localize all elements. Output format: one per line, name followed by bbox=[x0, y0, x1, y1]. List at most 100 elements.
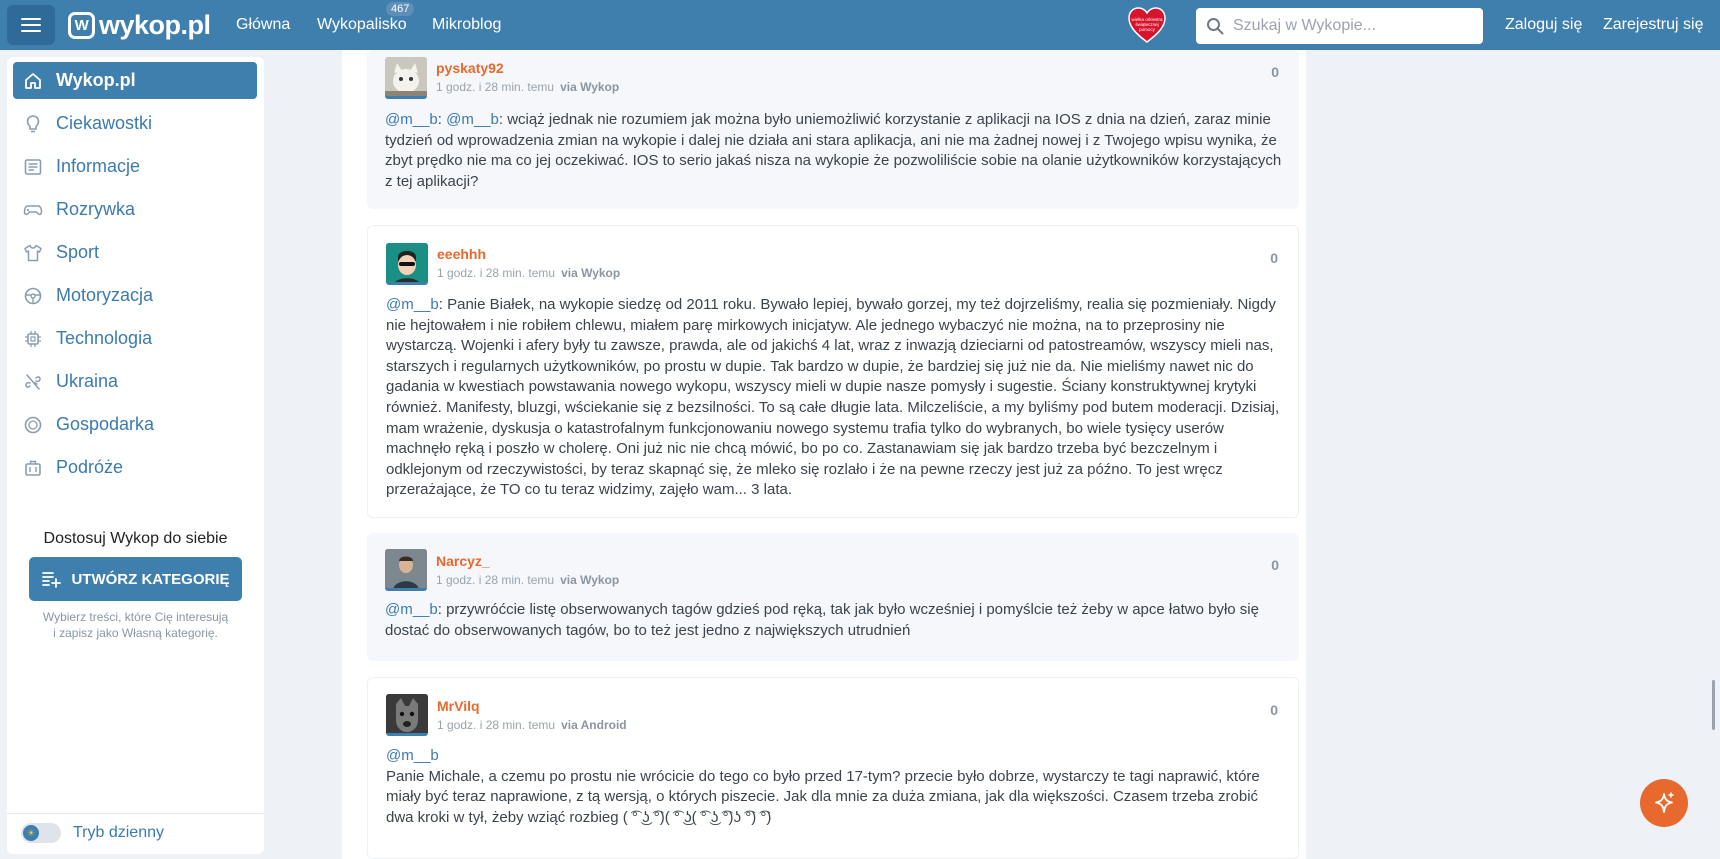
newspaper-icon bbox=[22, 156, 44, 178]
comment-body: @m__b Panie Michale, a czemu po prostu n… bbox=[386, 746, 1286, 828]
comment: pyskaty92 1 godz. i 28 min. temu via Wyko… bbox=[367, 50, 1299, 209]
comment: MrVilq 1 godz. i 28 min. temu via Android… bbox=[367, 677, 1299, 859]
wykopalisko-count-badge: 467 bbox=[386, 2, 415, 16]
comment-username[interactable]: Narcyz_ bbox=[436, 553, 490, 569]
vote-count[interactable]: 0 bbox=[1270, 250, 1278, 266]
mention-link[interactable]: @m__b bbox=[385, 601, 438, 618]
register-link[interactable]: Zarejestruj się bbox=[1603, 16, 1703, 34]
category-add-icon bbox=[42, 572, 62, 588]
comment-text: przywróćcie listę obserwowanych tagów gd… bbox=[385, 601, 1259, 639]
comment-meta: 1 godz. i 28 min. temu via Wykop bbox=[437, 266, 620, 280]
menu-button[interactable] bbox=[7, 5, 55, 45]
search-input[interactable] bbox=[1233, 17, 1463, 35]
shirt-icon bbox=[22, 242, 44, 264]
comment-username[interactable]: eeehhh bbox=[437, 246, 486, 262]
mention-link[interactable]: @m__b bbox=[386, 747, 439, 764]
wykop-logo[interactable]: W wykop.pl bbox=[68, 10, 211, 41]
comment-text: Panie Białek, na wykopie siedzę od 2011 … bbox=[386, 296, 1280, 499]
theme-toggle[interactable]: ☀ Tryb dzienny bbox=[21, 823, 164, 843]
avatar[interactable] bbox=[386, 243, 428, 285]
customize-desc-line: i zapisz jako Własną kategorię. bbox=[53, 626, 218, 640]
comment-text: Panie Michale, a czemu po prostu nie wró… bbox=[386, 767, 1260, 826]
steering-wheel-icon bbox=[22, 285, 44, 307]
sidebar-item-sport[interactable]: Sport bbox=[13, 234, 257, 271]
sidebar-item-wykop[interactable]: Wykop.pl bbox=[13, 62, 257, 99]
hamburger-icon bbox=[21, 18, 41, 32]
sidebar: Wykop.pl Ciekawostki Informacje Rozrywka… bbox=[7, 57, 264, 854]
comment-body: @m__b: przywróćcie listę obserwowanych t… bbox=[385, 601, 1259, 639]
comment-time: 1 godz. i 28 min. temu bbox=[436, 80, 555, 94]
theme-switch[interactable]: ☀ bbox=[21, 823, 61, 843]
sidebar-item-label: Podróże bbox=[56, 457, 124, 477]
sidebar-item-ukraina[interactable]: Ukraina bbox=[13, 363, 257, 400]
sidebar-item-label: Technologia bbox=[56, 328, 153, 348]
comment-time: 1 godz. i 28 min. temu bbox=[436, 573, 555, 587]
avatar[interactable] bbox=[386, 694, 428, 736]
scrollbar[interactable] bbox=[1712, 680, 1715, 730]
mention-link[interactable]: @m__b bbox=[446, 111, 499, 128]
comment-meta: 1 godz. i 28 min. temu via Wykop bbox=[436, 573, 619, 587]
comment: Narcyz_ 1 godz. i 28 min. temu via Wykop … bbox=[367, 533, 1299, 661]
comment-username[interactable]: MrVilq bbox=[437, 698, 480, 714]
sidebar-item-podroze[interactable]: Podróże bbox=[13, 449, 257, 486]
comment-source: via Wykop bbox=[560, 573, 620, 587]
sidebar-item-ciekawostki[interactable]: Ciekawostki bbox=[13, 105, 257, 142]
ukraine-icon bbox=[22, 371, 44, 393]
home-icon bbox=[22, 70, 44, 92]
customize-description: Wybierz treści, które Cię interesują i z… bbox=[27, 609, 244, 641]
nav-wykopalisko[interactable]: Wykopalisko bbox=[317, 16, 407, 34]
comment-username[interactable]: pyskaty92 bbox=[436, 60, 504, 76]
theme-label: Tryb dzienny bbox=[73, 824, 164, 841]
avatar[interactable] bbox=[385, 57, 427, 99]
comment: eeehhh 1 godz. i 28 min. temu via Wykop 0… bbox=[367, 225, 1299, 518]
comment-time: 1 godz. i 28 min. temu bbox=[437, 266, 556, 280]
customize-title: Dostosuj Wykop do siebie bbox=[43, 530, 228, 547]
sidebar-item-label: Ciekawostki bbox=[56, 113, 153, 133]
login-link[interactable]: Zaloguj się bbox=[1505, 16, 1582, 34]
logo-text: wykop.pl bbox=[99, 10, 211, 40]
wosp-heart-icon[interactable]: wielka orkiestra świątecznej pomocy bbox=[1127, 5, 1167, 45]
customize-desc-line: Wybierz treści, które Cię interesują bbox=[42, 610, 229, 624]
search-icon bbox=[1207, 18, 1224, 35]
create-category-label: UTWÓRZ KATEGORIĘ bbox=[71, 570, 230, 588]
comment-time: 1 godz. i 28 min. temu bbox=[437, 718, 556, 732]
sidebar-item-label: Motoryzacja bbox=[56, 285, 154, 305]
top-bar: W wykop.pl Główna Wykopalisko 467 Mikrob… bbox=[0, 0, 1720, 50]
suitcase-icon bbox=[22, 457, 44, 479]
sidebar-item-technologia[interactable]: Technologia bbox=[13, 320, 257, 357]
divider bbox=[7, 813, 264, 814]
nav-glowna[interactable]: Główna bbox=[236, 16, 290, 34]
avatar[interactable] bbox=[385, 549, 427, 591]
chip-icon bbox=[22, 328, 44, 350]
sidebar-item-label: Ukraina bbox=[56, 371, 119, 391]
sidebar-item-label: Sport bbox=[56, 242, 100, 262]
comment-source: via Wykop bbox=[560, 80, 620, 94]
comments-column: pyskaty92 1 godz. i 28 min. temu via Wyko… bbox=[342, 50, 1306, 859]
sidebar-item-informacje[interactable]: Informacje bbox=[13, 148, 257, 185]
comment-body: @m__b: @m__b: wciąż jednak nie rozumiem … bbox=[385, 111, 1282, 190]
gamepad-icon bbox=[22, 199, 44, 221]
sidebar-item-gospodarka[interactable]: Gospodarka bbox=[13, 406, 257, 443]
mention-link[interactable]: @m__b bbox=[386, 296, 439, 313]
mention-link[interactable]: @m__b bbox=[385, 111, 438, 128]
lightbulb-icon bbox=[22, 113, 44, 135]
comment-body: @m__b: Panie Białek, na wykopie siedzę o… bbox=[386, 296, 1280, 499]
comment-source: via Wykop bbox=[561, 266, 621, 280]
sidebar-item-label: Rozrywka bbox=[56, 199, 136, 219]
sidebar-item-label: Wykop.pl bbox=[56, 70, 136, 90]
create-category-button[interactable]: UTWÓRZ KATEGORIĘ bbox=[29, 557, 242, 601]
vote-count[interactable]: 0 bbox=[1270, 702, 1278, 718]
search-box[interactable] bbox=[1196, 8, 1483, 44]
nav-mikroblog[interactable]: Mikroblog bbox=[432, 16, 501, 34]
sidebar-item-rozrywka[interactable]: Rozrywka bbox=[13, 191, 257, 228]
comment-meta: 1 godz. i 28 min. temu via Android bbox=[437, 718, 627, 732]
comment-meta: 1 godz. i 28 min. temu via Wykop bbox=[436, 80, 619, 94]
svg-text:pomocy: pomocy bbox=[1139, 27, 1156, 32]
vote-count[interactable]: 0 bbox=[1271, 557, 1279, 573]
wykop-logo-icon: W bbox=[68, 12, 95, 39]
coin-icon bbox=[22, 414, 44, 436]
vote-count[interactable]: 0 bbox=[1271, 64, 1279, 80]
sidebar-item-motoryzacja[interactable]: Motoryzacja bbox=[13, 277, 257, 314]
sidebar-item-label: Gospodarka bbox=[56, 414, 155, 434]
ai-assistant-button[interactable] bbox=[1640, 779, 1688, 827]
